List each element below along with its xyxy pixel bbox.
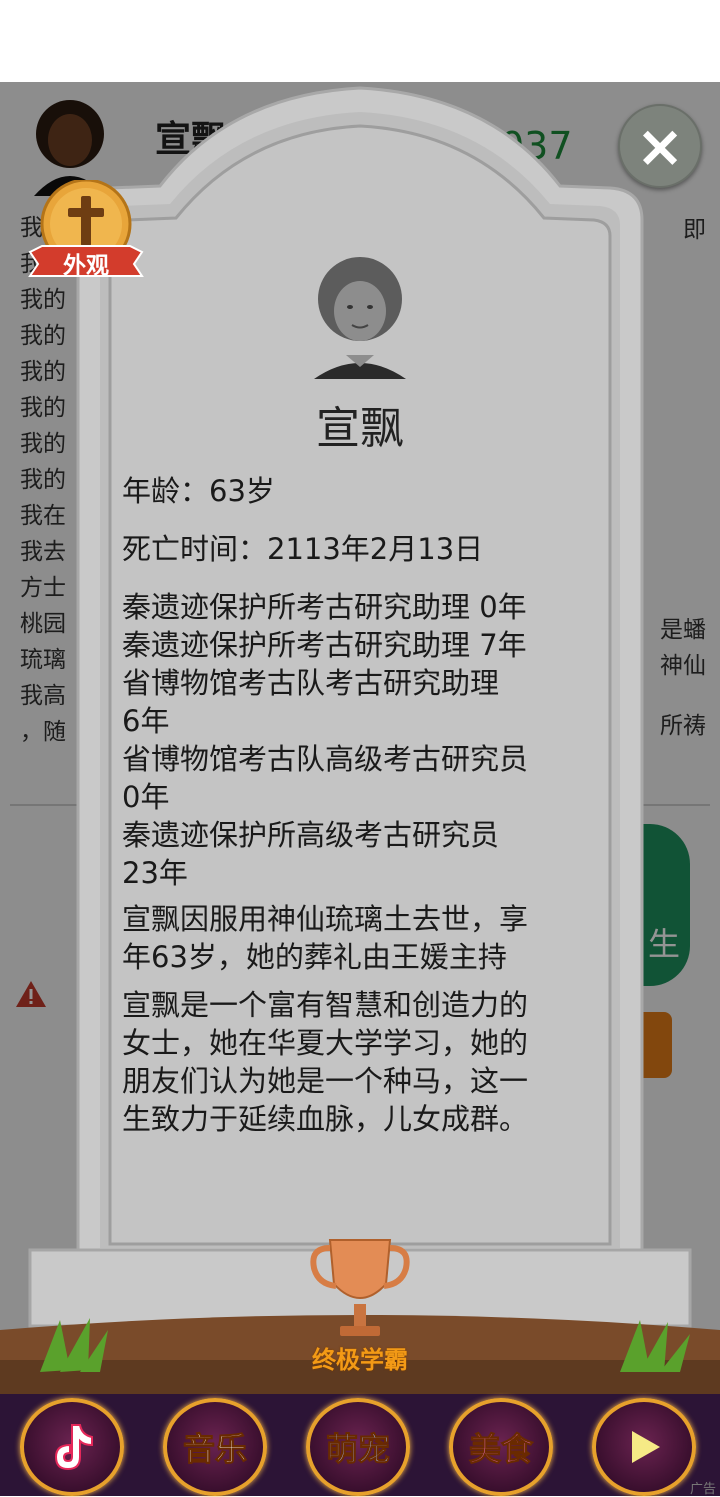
death-cause: 宣飘因服用神仙琉璃土去世，享 年63岁，她的葬礼由王媛主持 bbox=[122, 900, 602, 976]
death-time-text: 死亡时间：2113年2月13日 bbox=[122, 532, 484, 566]
career-line: 6年 bbox=[122, 704, 170, 738]
death-cause-line: 年63岁，她的葬礼由王媛主持 bbox=[122, 940, 507, 974]
tiktok-icon bbox=[54, 1424, 93, 1471]
career-line: 23年 bbox=[122, 856, 188, 890]
career-line: 省博物馆考古队高级考古研究员 bbox=[122, 742, 529, 776]
close-icon: × bbox=[635, 112, 685, 180]
appearance-badge-label: 外观 bbox=[63, 253, 109, 279]
close-button[interactable]: × bbox=[618, 104, 702, 188]
bio-line: 女士，她在华夏大学学习，她的 bbox=[122, 1026, 529, 1060]
food-button[interactable]: 美食 bbox=[449, 1398, 553, 1496]
career-line: 0年 bbox=[122, 780, 170, 814]
career-line: 秦遗迹保护所考古研究助理 0年 bbox=[122, 590, 527, 624]
deceased-avatar bbox=[314, 257, 406, 379]
age-text: 年龄：63岁 bbox=[122, 474, 275, 508]
career-line: 秦遗迹保护所考古研究助理 7年 bbox=[122, 628, 527, 662]
bio-line: 朋友们认为她是一个种马，这一 bbox=[122, 1064, 529, 1098]
music-button[interactable]: 音乐 bbox=[163, 1398, 267, 1496]
play-icon bbox=[632, 1431, 660, 1463]
pets-button[interactable]: 萌宠 bbox=[306, 1398, 410, 1496]
tiktok-button[interactable] bbox=[20, 1398, 124, 1496]
music-button-label: 音乐 bbox=[182, 1430, 247, 1469]
career-line: 省博物馆考古队考古研究助理 bbox=[122, 666, 500, 700]
play-button[interactable] bbox=[592, 1398, 696, 1496]
trophy-icon bbox=[310, 1239, 410, 1336]
achievement-label: 终极学霸 bbox=[312, 1346, 408, 1374]
food-button-label: 美食 bbox=[468, 1430, 533, 1469]
death-cause-line: 宣飘因服用神仙琉璃土去世，享 bbox=[122, 902, 529, 936]
deceased-name: 宣飘 bbox=[316, 403, 404, 454]
bio-line: 宣飘是一个富有智慧和创造力的 bbox=[122, 988, 529, 1022]
career-line: 秦遗迹保护所高级考古研究员 bbox=[122, 818, 500, 852]
bottom-dock: 音乐 萌宠 美食 bbox=[0, 1394, 720, 1496]
pets-button-label: 萌宠 bbox=[325, 1430, 390, 1469]
career-list: 秦遗迹保护所考古研究助理 0年 秦遗迹保护所考古研究助理 7年 省博物馆考古队考… bbox=[122, 588, 602, 892]
bio-line: 生致力于延续血脉，儿女成群。 bbox=[122, 1102, 529, 1136]
biography: 宣飘是一个富有智慧和创造力的 女士，她在华夏大学学习，她的 朋友们认为她是一个种… bbox=[122, 986, 602, 1138]
ad-label: 广告 bbox=[689, 1482, 716, 1497]
